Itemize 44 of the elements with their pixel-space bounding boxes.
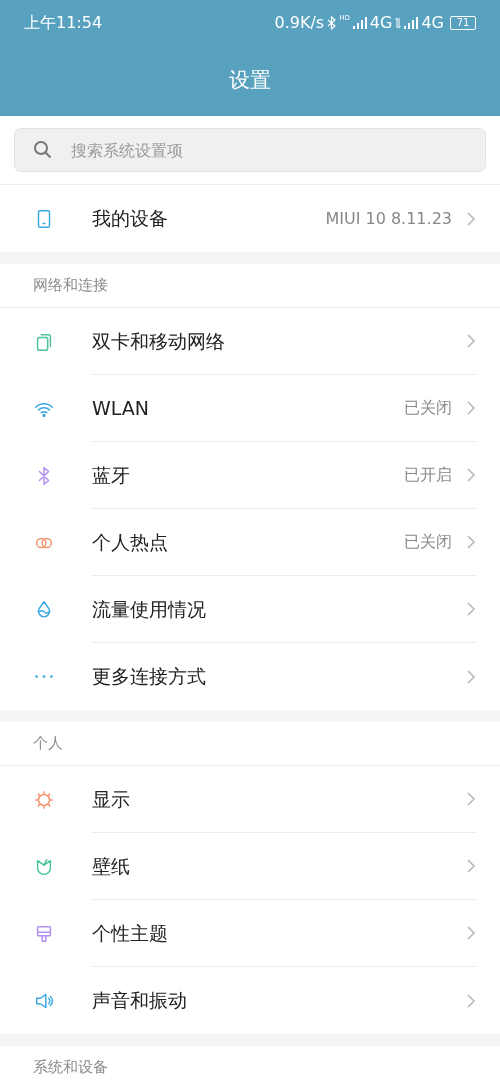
chevron-right-icon [466,858,476,874]
chevron-right-icon [466,210,476,227]
row-label: 声音和振动 [92,988,188,1014]
page-title: 设置 [229,66,271,94]
section-header: 网络和连接 [33,275,108,297]
settings-row[interactable]: 我的设备 MIUI 10 8.11.23 [0,185,500,252]
row-label: 个性主题 [92,920,169,946]
network-type: 4G [369,11,393,34]
row-label: 流量使用情况 [92,596,207,622]
chevron-right-icon [466,791,476,807]
row-value: 已开启 [404,464,452,486]
signal-icon [404,16,419,29]
chevron-right-icon [466,601,476,617]
chevron-right-icon [466,467,476,483]
row-label: 蓝牙 [92,462,131,488]
signal-icon [352,16,367,29]
row-value: 已关闭 [404,397,452,419]
chevron-right-icon [466,668,476,685]
bluetooth-icon [327,15,337,30]
row-value: MIUI 10 8.11.23 [325,207,452,230]
chevron-right-icon [466,400,476,416]
status-time: 上午11:54 [24,11,104,34]
row-label: 壁纸 [92,853,131,879]
row-value: 已关闭 [404,531,452,553]
search-icon [33,140,53,160]
row-label: 更多连接方式 [92,664,207,690]
row-label: 显示 [92,786,131,812]
chevron-right-icon [466,534,476,550]
chevron-right-icon [466,925,476,941]
row-label: 个人热点 [92,529,169,555]
row-label: WLAN [92,395,151,421]
network-speed: 0.9K/s [274,11,325,34]
chevron-right-icon [466,333,476,349]
section-header: 系统和设备 [33,1057,108,1079]
sun-icon [33,788,55,811]
row-label: 我的设备 [92,206,169,232]
row-label: 双卡和移动网络 [92,328,226,354]
more-dots-icon [35,675,53,678]
search-field[interactable]: 搜索系统设置项 [14,128,486,172]
network-type: 4G [421,11,444,34]
chevron-right-icon [466,992,476,1009]
data-arrows-icon [395,16,402,29]
battery-icon: 71 [450,15,476,30]
section-header: 个人 [33,733,63,755]
